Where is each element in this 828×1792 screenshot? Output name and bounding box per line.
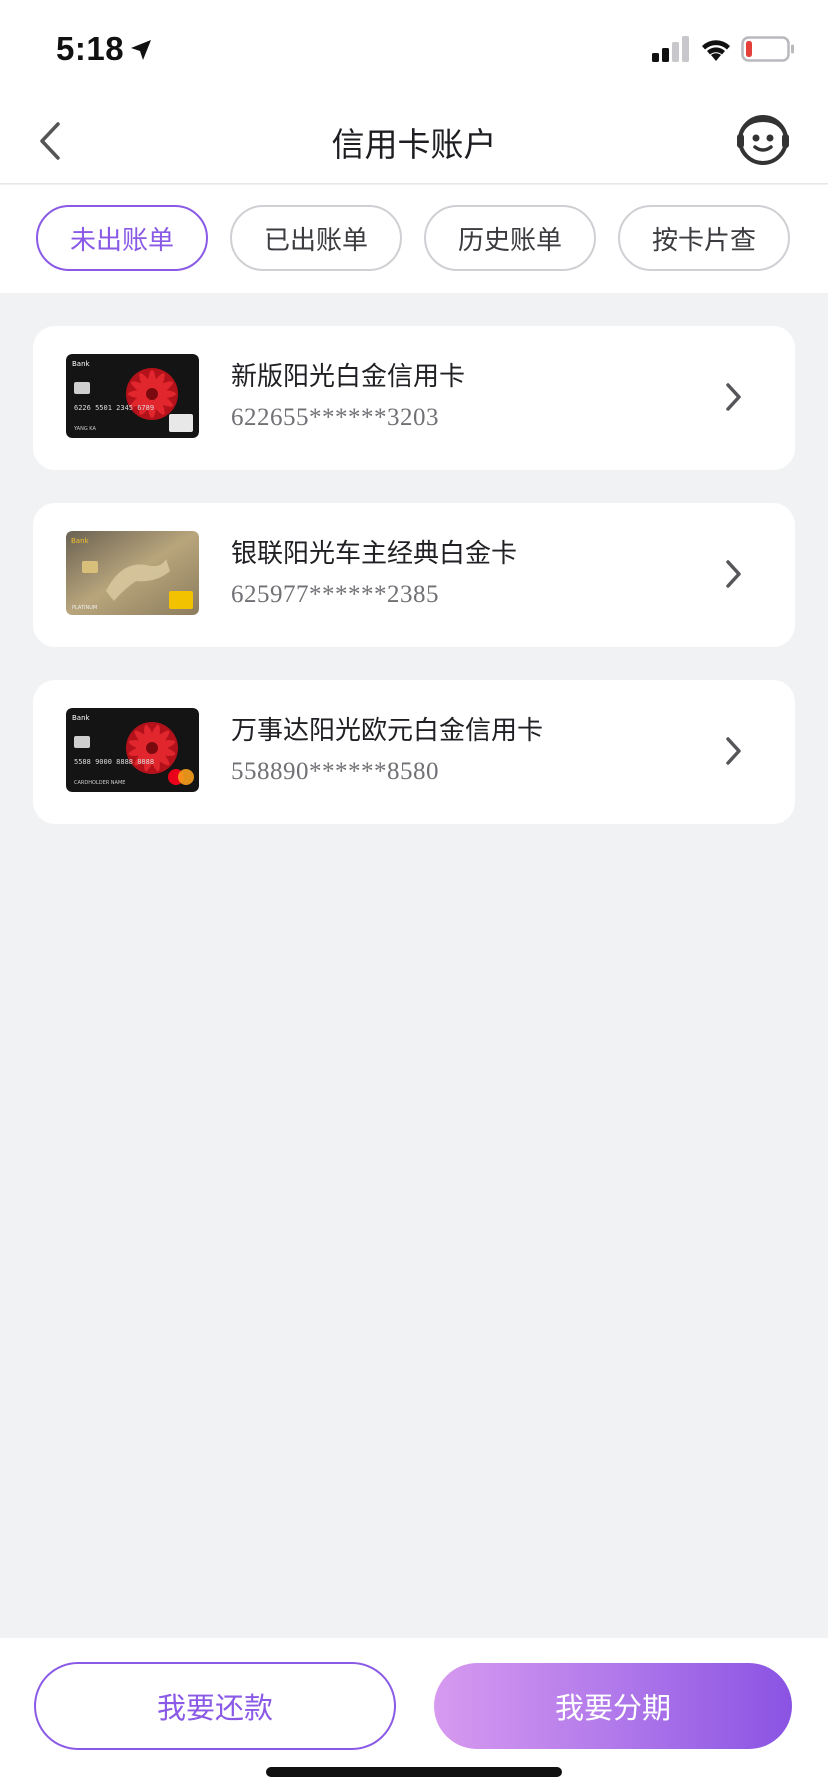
svg-text:5588 9000 8888 8888: 5588 9000 8888 8888 [74,758,154,766]
card-name: 银联阳光车主经典白金卡 [231,539,518,569]
installment-button[interactable]: 我要分期 [434,1663,792,1749]
svg-text:6226 5501 2345 6789: 6226 5501 2345 6789 [74,404,154,412]
status-time: 5:18 [56,30,125,67]
card-list-item[interactable]: Bank 6226 5501 2345 6789 YANG KA 新版阳光白金信… [33,326,795,470]
tab-unbilled[interactable]: 未出账单 [36,205,208,271]
svg-text:Bank: Bank [71,537,90,545]
nav-bar: 信用卡账户 [0,98,828,184]
card-name: 新版阳光白金信用卡 [231,362,466,392]
status-bar: 5:18 [0,0,828,98]
card-number: 622655******3203 [231,404,439,431]
customer-service-robot-icon[interactable] [737,114,789,166]
page-title: 信用卡账户 [331,125,497,164]
card-name: 万事达阳光欧元白金信用卡 [231,716,544,746]
screen: 5:18 信用卡账户 未出账单 已出账单 历史账单 按卡片查 Bank 6226… [0,0,828,1792]
tab-billed[interactable]: 已出账单 [230,205,402,271]
svg-text:YANG KA: YANG KA [73,426,96,432]
card-list-item[interactable]: Bank PLATINUM 银联阳光车主经典白金卡 625977******23… [33,503,795,647]
chevron-right-icon [726,737,741,765]
card-list-item[interactable]: Bank 5588 9000 8888 8888 CARDHOLDER NAME… [33,680,795,824]
tab-by-card[interactable]: 按卡片查 [618,205,790,271]
cellular-signal-icon [652,36,689,62]
tab-history[interactable]: 历史账单 [424,205,596,271]
credit-card-image: Bank 5588 9000 8888 8888 CARDHOLDER NAME [66,708,199,792]
bottom-action-bar: 我要还款 我要分期 [0,1638,828,1792]
credit-card-image: Bank 6226 5501 2345 6789 YANG KA [66,354,199,438]
bill-filter-tabs: 未出账单 已出账单 历史账单 按卡片查 [0,185,828,293]
svg-text:PLATINUM: PLATINUM [72,605,97,611]
repay-button[interactable]: 我要还款 [34,1662,396,1750]
wifi-icon [702,40,730,61]
card-number: 625977******2385 [231,581,439,608]
svg-text:CARDHOLDER NAME: CARDHOLDER NAME [74,780,125,786]
home-indicator [266,1767,562,1777]
svg-text:Bank: Bank [72,360,91,368]
card-number: 558890******8580 [231,758,439,785]
chevron-right-icon [726,560,741,588]
credit-card-image: Bank PLATINUM [66,531,199,615]
location-arrow-icon [131,40,151,60]
chevron-right-icon [726,383,741,411]
svg-text:Bank: Bank [72,714,91,722]
battery-low-icon [741,36,794,62]
